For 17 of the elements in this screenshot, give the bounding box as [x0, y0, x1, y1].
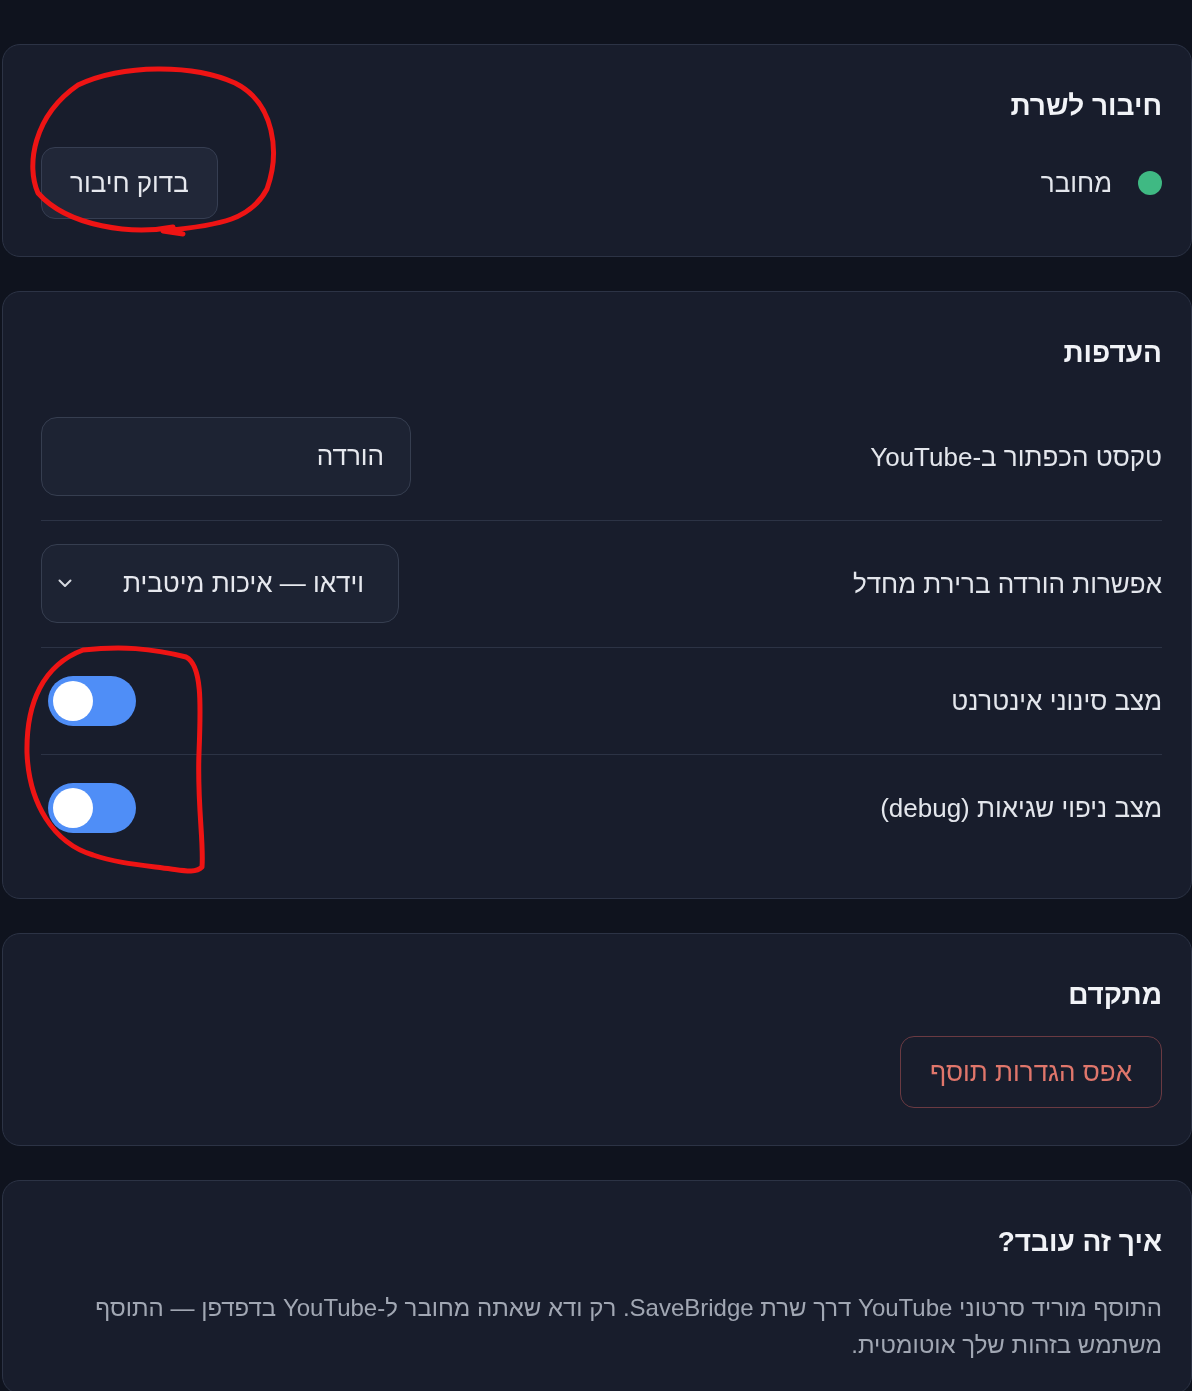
- section-title: חיבור לשרת: [1010, 89, 1162, 123]
- description-text: התוסף מוריד סרטוני YouTube דרך שרת SaveBridge. רק ודא שאתה מחובר ל-YouTube בדפדפן — התוסף משתמש בזהות שלך אוטומטית.: [94, 1293, 1162, 1360]
- status-label: מחובר: [1040, 167, 1112, 199]
- toggle-switch[interactable]: [48, 676, 136, 726]
- text-input-field[interactable]: הורדה: [41, 417, 411, 496]
- section-title: העדפות: [1063, 336, 1162, 370]
- field-label: אפשרות הורדה ברירת מחדל: [852, 567, 1162, 600]
- reset-settings-button[interactable]: אפס הגדרות תוסף: [900, 1036, 1162, 1108]
- field-label: טקסט הכפתור ב-YouTube: [870, 440, 1162, 473]
- section-title: מתקדם: [1068, 978, 1162, 1012]
- toggle-label: מצב ניפוי שגיאות (debug): [880, 792, 1162, 824]
- check-connection-button[interactable]: בדוק חיבור: [41, 147, 218, 219]
- toggle-switch[interactable]: [48, 783, 136, 833]
- section-title: איך זה עובד?: [997, 1225, 1162, 1259]
- toggle-label: מצב סינוני אינטרנט: [951, 685, 1162, 717]
- select-dropdown[interactable]: וידאו — איכות מיטבית: [41, 544, 399, 623]
- chevron-down-icon: [58, 579, 72, 588]
